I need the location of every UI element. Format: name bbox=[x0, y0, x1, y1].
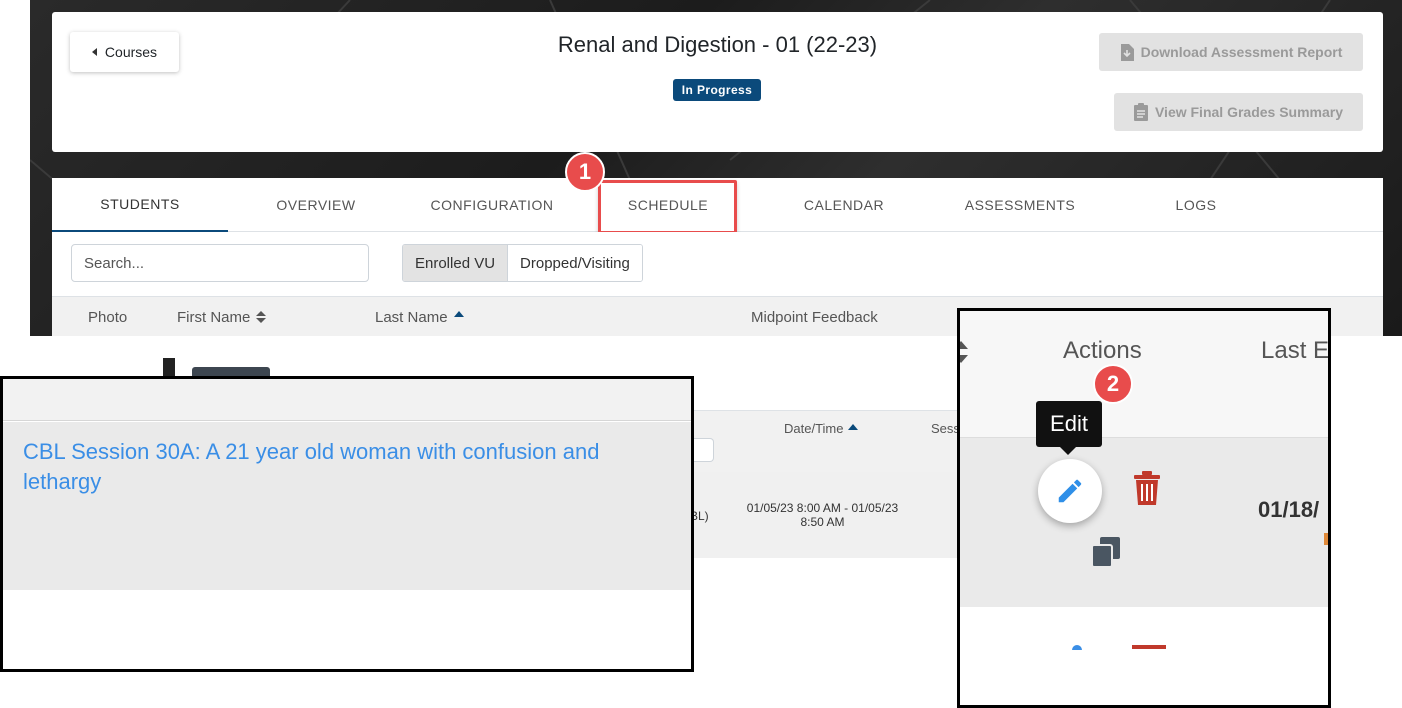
duplicate-button[interactable] bbox=[1090, 535, 1124, 574]
zoom-table-header bbox=[3, 379, 691, 421]
sort-ascending-icon bbox=[453, 311, 464, 317]
tooltip-arrow bbox=[1060, 447, 1076, 455]
column-last-name[interactable]: Last Name bbox=[375, 297, 464, 337]
column-last-name-label: Last Name bbox=[375, 308, 448, 326]
column-midpoint-feedback-label: Midpoint Feedback bbox=[751, 308, 878, 326]
tab-configuration[interactable]: CONFIGURATION bbox=[404, 178, 580, 232]
session-datetime: 01/05/23 8:00 AM - 01/05/23 8:50 AM bbox=[746, 501, 899, 529]
column-photo: Photo bbox=[88, 297, 127, 337]
pencil-icon bbox=[1058, 479, 1082, 503]
status-fragment bbox=[1324, 533, 1328, 545]
status-badge: In Progress bbox=[673, 79, 761, 101]
last-column-header-fragment: Last E bbox=[1261, 337, 1330, 364]
session-title-link[interactable]: CBL Session 30A: A 21 year old woman wit… bbox=[23, 437, 673, 497]
edit-button[interactable] bbox=[1038, 459, 1102, 523]
schedule-table-header: Date/Time Sess bbox=[690, 410, 960, 472]
view-final-grades-button[interactable]: View Final Grades Summary bbox=[1114, 93, 1363, 131]
column-photo-label: Photo bbox=[88, 308, 128, 326]
clipboard-icon bbox=[1133, 103, 1148, 121]
final-grades-label: View Final Grades Summary bbox=[1154, 104, 1344, 120]
search-input[interactable] bbox=[71, 244, 369, 282]
toggle-dropped-visiting[interactable]: Dropped/Visiting bbox=[508, 245, 642, 281]
tab-logs[interactable]: LOGS bbox=[1108, 178, 1284, 232]
sort-ascending-icon bbox=[848, 423, 859, 430]
actions-zoom-callout: Actions Last E Edit 01/18/ bbox=[957, 308, 1331, 708]
enrollment-toggle: Enrolled VU Dropped/Visiting bbox=[402, 244, 643, 282]
actions-column-header: Actions bbox=[1063, 337, 1142, 364]
delete-button[interactable] bbox=[1132, 471, 1162, 510]
session-zoom-callout: CBL Session 30A: A 21 year old woman wit… bbox=[0, 376, 694, 672]
column-datetime-label: Date/Time bbox=[784, 421, 844, 436]
column-midpoint-feedback: Midpoint Feedback bbox=[751, 297, 878, 337]
step-1-badge: 1 bbox=[565, 152, 605, 192]
tab-students[interactable]: STUDENTS bbox=[52, 178, 228, 232]
toggle-enrolled[interactable]: Enrolled VU bbox=[403, 245, 509, 281]
copy-icon bbox=[1091, 537, 1120, 568]
tab-assessments[interactable]: ASSESSMENTS bbox=[932, 178, 1108, 232]
column-first-name-label: First Name bbox=[177, 308, 251, 326]
schedule-row: BL) 01/05/23 8:00 AM - 01/05/23 8:50 AM bbox=[690, 472, 960, 558]
edit-tooltip: Edit bbox=[1036, 401, 1102, 447]
actions-zoom-header: Actions Last E bbox=[960, 311, 1328, 437]
sort-icon bbox=[960, 341, 968, 363]
tab-calendar[interactable]: CALENDAR bbox=[756, 178, 932, 232]
course-header-card: Courses Renal and Digestion - 01 (22-23)… bbox=[52, 12, 1383, 152]
column-first-name[interactable]: First Name bbox=[177, 297, 267, 337]
trash-icon-fragment bbox=[1132, 645, 1166, 649]
step-2-badge: 2 bbox=[1093, 364, 1133, 404]
student-filters: Enrolled VU Dropped/Visiting bbox=[52, 232, 1383, 296]
date-fragment: 01/18/ bbox=[1258, 497, 1320, 522]
sort-icon bbox=[256, 311, 267, 323]
edit-icon-fragment bbox=[1072, 645, 1082, 650]
column-session: Sess bbox=[931, 421, 960, 436]
schedule-tab-highlight bbox=[598, 180, 737, 234]
column-datetime[interactable]: Date/Time bbox=[784, 421, 859, 436]
download-assessment-report-button[interactable]: Download Assessment Report bbox=[1099, 33, 1363, 71]
file-download-icon bbox=[1120, 43, 1134, 61]
download-report-label: Download Assessment Report bbox=[1140, 44, 1343, 60]
tab-overview[interactable]: OVERVIEW bbox=[228, 178, 404, 232]
trash-icon bbox=[1134, 471, 1160, 505]
